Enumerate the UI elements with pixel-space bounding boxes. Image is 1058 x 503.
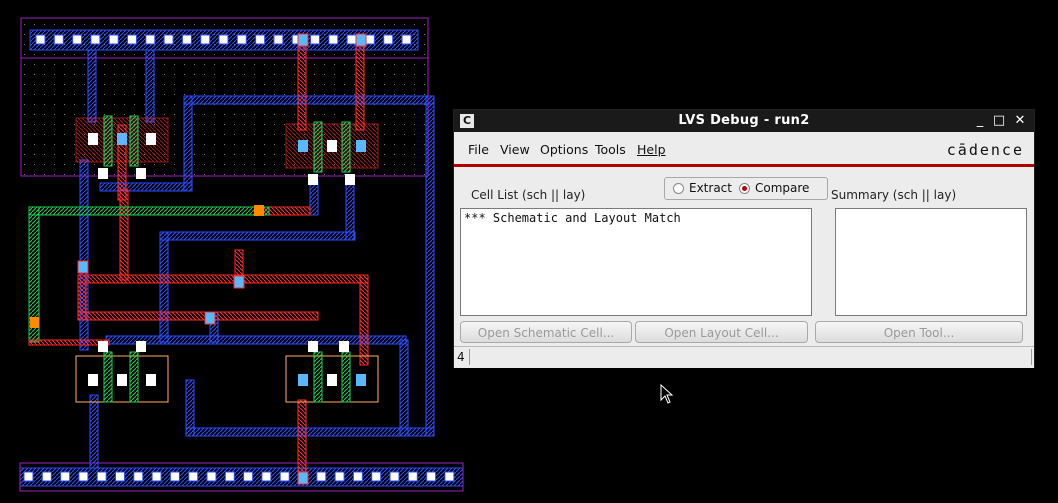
- brand-divider: [454, 164, 1034, 167]
- rail-contact: [151, 471, 162, 482]
- rail-contact: [444, 471, 455, 482]
- rail-contact: [371, 471, 382, 482]
- compare-radio[interactable]: Compare: [739, 181, 809, 195]
- rail-contact: [316, 471, 327, 482]
- summary-box[interactable]: [835, 208, 1027, 316]
- close-icon[interactable]: ✕: [1012, 113, 1028, 129]
- status-divider-right: [1031, 349, 1032, 365]
- compare-radio-circle: [739, 183, 750, 194]
- rail-contact: [346, 34, 357, 45]
- title-bar[interactable]: C LVS Debug - run2 _ □ ✕: [454, 110, 1034, 132]
- rail-contact: [200, 34, 211, 45]
- rail-contact: [53, 34, 64, 45]
- cell-list-box[interactable]: *** Schematic and Layout Match: [460, 208, 812, 316]
- rail-contact: [389, 471, 400, 482]
- bottom-ground-rail: [19, 462, 464, 492]
- menu-tools[interactable]: Tools: [595, 142, 626, 157]
- lvs-debug-window: C LVS Debug - run2 _ □ ✕ File View Optio…: [453, 109, 1035, 368]
- rail-contact: [224, 471, 235, 482]
- rail-contact: [334, 471, 345, 482]
- compare-label: Compare: [755, 181, 810, 195]
- rail-contact: [90, 34, 101, 45]
- list-item[interactable]: *** Schematic and Layout Match: [464, 211, 681, 225]
- status-divider: [469, 349, 470, 365]
- rail-contact: [163, 34, 174, 45]
- rail-contact: [273, 34, 284, 45]
- menu-options[interactable]: Options: [540, 142, 588, 157]
- rail-contact: [145, 34, 156, 45]
- window-title: LVS Debug - run2: [678, 113, 810, 128]
- rail-contact: [41, 471, 52, 482]
- open-schematic-cell-button[interactable]: Open Schematic Cell...: [460, 321, 632, 343]
- rail-contact: [218, 34, 229, 45]
- rail-contact: [133, 471, 144, 482]
- rail-contact: [426, 471, 437, 482]
- rail-contact: [255, 34, 266, 45]
- open-layout-cell-button[interactable]: Open Layout Cell...: [635, 321, 808, 343]
- open-tool-button[interactable]: Open Tool...: [815, 321, 1023, 343]
- status-count: 4: [457, 350, 465, 364]
- transistor-bottom-left: [75, 341, 169, 403]
- menu-help[interactable]: Help: [637, 142, 666, 157]
- menu-file[interactable]: File: [468, 142, 489, 157]
- rail-contact: [169, 471, 180, 482]
- menu-bar: File View Options Tools Help cādence: [454, 132, 1034, 164]
- cadence-logo: cādence: [946, 141, 1024, 159]
- rail-contact: [127, 34, 137, 45]
- extract-radio-circle: [673, 183, 684, 194]
- rail-contact: [115, 471, 125, 482]
- rail-contact: [188, 471, 199, 482]
- rail-contact: [72, 34, 83, 45]
- rail-contact: [236, 34, 247, 45]
- menu-view[interactable]: View: [500, 142, 530, 157]
- rail-contact: [383, 34, 394, 45]
- rail-contact: [181, 34, 192, 45]
- rail-contact: [401, 34, 412, 45]
- rail-contact: [261, 471, 272, 482]
- rail-contact: [310, 34, 320, 45]
- extract-radio[interactable]: Extract: [673, 181, 732, 195]
- rail-contact: [328, 34, 339, 45]
- status-bar: 4: [454, 346, 1034, 368]
- rail-contact: [78, 471, 89, 482]
- extract-label: Extract: [689, 181, 732, 195]
- minimize-icon[interactable]: _: [972, 113, 988, 129]
- mode-radio-group: Extract Compare: [664, 177, 828, 200]
- rail-contact: [60, 471, 71, 482]
- rail-contact: [108, 34, 119, 45]
- rail-contact: [243, 471, 254, 482]
- rail-contact: [407, 471, 418, 482]
- rail-contact: [206, 471, 217, 482]
- rail-contact: [364, 34, 375, 45]
- rail-contact: [35, 34, 46, 45]
- rail-contact: [23, 471, 34, 482]
- mouse-cursor-icon: [660, 384, 674, 404]
- summary-label: Summary (sch || lay): [831, 188, 957, 202]
- rail-contact: [352, 471, 363, 482]
- cell-list-label: Cell List (sch || lay): [471, 188, 586, 202]
- maximize-icon[interactable]: □: [991, 113, 1007, 129]
- rail-contact: [279, 471, 290, 482]
- rail-contact: [96, 471, 107, 482]
